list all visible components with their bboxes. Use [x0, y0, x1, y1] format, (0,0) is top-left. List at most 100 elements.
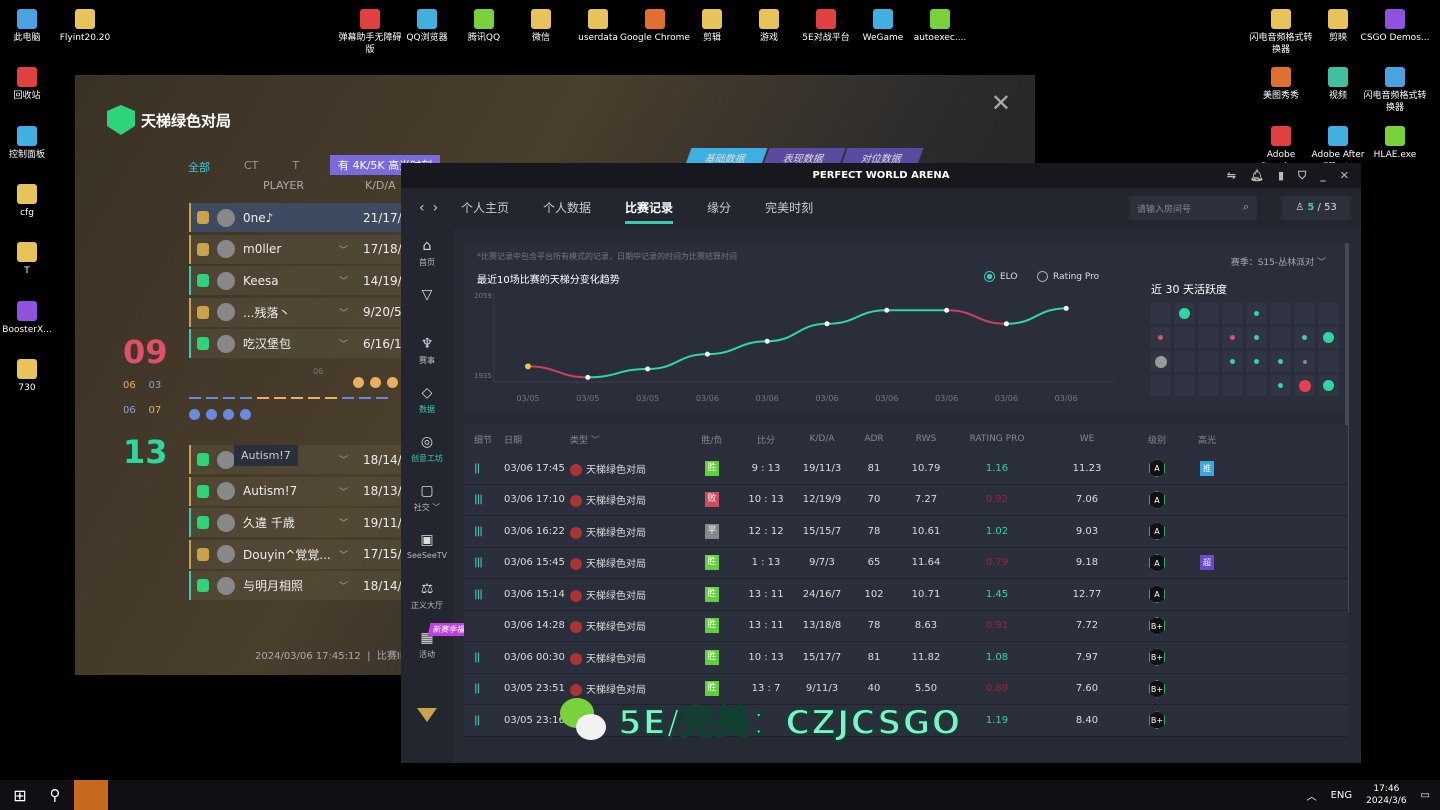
search-icon[interactable]: ⚲ [40, 786, 70, 804]
data-point[interactable] [585, 374, 591, 380]
player-row[interactable]: 与明月相照 ﹀ 18/14/1 [189, 571, 419, 600]
data-point[interactable] [704, 351, 710, 357]
chevron-down-icon[interactable]: ﹀ [339, 306, 348, 319]
signal-icon[interactable]: ▮ [1278, 163, 1284, 188]
bell-icon[interactable]: 🔔︎ [1250, 163, 1264, 188]
data-point[interactable] [944, 307, 950, 313]
desktop-icon[interactable]: autoexec.... [905, 5, 975, 44]
filter-all[interactable]: 全部 [188, 159, 210, 175]
room-search-input[interactable]: 请输入房间号 ⌕ [1129, 196, 1257, 220]
desktop-icon[interactable]: Flyint20.20 [50, 5, 120, 44]
highlight-badge[interactable]: 超 [1200, 555, 1214, 571]
desktop-icon[interactable]: cfg [0, 180, 62, 219]
close-icon[interactable]: ✕ [1340, 163, 1349, 188]
swap-icon[interactable]: ⇋ [1227, 163, 1236, 188]
vip-icon[interactable] [417, 708, 437, 722]
desktop-icon[interactable]: CSGO Demos... [1360, 5, 1430, 44]
season-select[interactable]: 赛季：S15-丛林派对 ﹀ [1231, 255, 1326, 268]
data-point[interactable] [764, 338, 770, 344]
chevron-down-icon[interactable]: ﹀ [339, 274, 348, 287]
nav-tab[interactable]: 缘分 [707, 188, 731, 228]
table-row[interactable]: || 03/06 00:30 天梯绿色对局 胜 10 : 13 15/17/7 81 11.8… [464, 642, 1348, 674]
filter-ct[interactable]: CT [244, 159, 258, 175]
detail-bars-icon[interactable]: || [464, 652, 504, 663]
player-row[interactable]: Douyin^覚覚... ﹀ 17/15/4 [189, 539, 419, 569]
sidebar-item[interactable]: ▣ SeeSeeTV [401, 522, 453, 571]
filter-t[interactable]: T [292, 159, 299, 175]
friends-count[interactable]: ♙ 5 / 53 [1281, 196, 1351, 220]
result-badge: 平 [705, 523, 719, 539]
highlight-badge[interactable]: 推 [1200, 460, 1214, 476]
player-row[interactable]: 吃汉堡包 ﹀ 6/16/1 [189, 329, 419, 358]
taskbar-app-pwa[interactable] [74, 780, 108, 810]
nav-tab[interactable]: 完美时刻 [765, 188, 813, 228]
sidebar-item[interactable]: ⌂ 首页 [401, 228, 453, 277]
detail-bars-icon[interactable]: ||| [464, 494, 504, 505]
sidebar-item[interactable]: ♆ 赛事 [401, 326, 453, 375]
chevron-up-icon[interactable]: ︿ [1307, 788, 1317, 803]
sidebar-item[interactable]: ▽ [401, 277, 453, 326]
clock[interactable]: 17:46 2024/3/6 [1366, 783, 1406, 807]
data-point[interactable] [1003, 321, 1009, 327]
desktop-icon[interactable]: 回收站 [0, 63, 62, 102]
chevron-down-icon[interactable]: ﹀ [339, 548, 348, 561]
chevron-down-icon[interactable]: ﹀ [339, 579, 348, 592]
start-button[interactable]: ⊞ [0, 786, 40, 805]
data-point[interactable] [525, 363, 531, 370]
player-row[interactable]: m0ller ﹀ 17/18/5 [189, 234, 419, 264]
nav-tab[interactable]: 个人数据 [543, 188, 591, 228]
detail-bars-icon[interactable]: || [464, 683, 504, 694]
data-point[interactable] [1063, 305, 1069, 311]
desktop-icon[interactable]: BoosterX... [0, 297, 62, 336]
table-row[interactable]: ||| 03/06 15:14 天梯绿色对局 胜 13 : 11 24/16/7 102 10… [464, 579, 1348, 611]
desktop-icon[interactable]: 闪电音频格式转换器 [1360, 63, 1430, 114]
chevron-down-icon[interactable]: ﹀ [339, 453, 348, 466]
forward-arrow-icon[interactable]: › [433, 200, 447, 216]
match-rating: 1.19 [985, 714, 1009, 726]
table-row[interactable]: || 03/06 17:45 天梯绿色对局 胜 9 : 13 19/11/3 81 10.79… [464, 453, 1348, 485]
chevron-down-icon[interactable]: ﹀ [339, 485, 348, 498]
table-row[interactable]: 03/06 14:28 天梯绿色对局 胜 13 : 11 13/18/8 78 8.63 0.… [464, 610, 1348, 642]
player-row[interactable]: ...残落丶 ﹀ 9/20/5 [189, 297, 419, 327]
radio-elo[interactable]: ELO [984, 271, 1017, 282]
table-row[interactable]: ||| 03/06 16:22 天梯绿色对局 平 12 : 12 15/15/7 78 10.… [464, 516, 1348, 548]
sidebar-item[interactable]: ◇ 数据 [401, 375, 453, 424]
chevron-down-icon[interactable]: ﹀ [339, 243, 348, 256]
language-indicator[interactable]: ENG [1331, 790, 1353, 801]
detail-bars-icon[interactable]: ||| [464, 526, 504, 537]
data-point[interactable] [824, 321, 830, 327]
sidebar-item[interactable]: ▢ 社交 ﹀ [401, 473, 453, 522]
close-icon[interactable]: ✕ [991, 89, 1011, 117]
detail-bars-icon[interactable]: ||| [464, 589, 504, 600]
data-point[interactable] [884, 307, 890, 313]
shield-icon[interactable]: ⛉ [1298, 163, 1306, 188]
column-header[interactable]: 类型 ﹀ [570, 433, 688, 446]
notification-icon[interactable]: ▭ [1421, 790, 1430, 801]
player-row[interactable]: 久違 千歳 ﹀ 19/11/3 [189, 508, 419, 537]
detail-bars-icon[interactable]: || [464, 463, 504, 474]
nav-tab[interactable]: 个人主页 [461, 188, 509, 228]
desktop-icon[interactable]: HLAE.exe [1360, 122, 1430, 161]
desktop-icon[interactable]: 控制面板 [0, 122, 62, 161]
player-row[interactable]: Autism!7 ﹀ 18/13/4 [189, 476, 419, 506]
player-row[interactable]: Keesa ﹀ 14/19/1 [189, 266, 419, 295]
table-row[interactable]: ||| 03/06 15:45 天梯绿色对局 胜 1 : 13 9/7/3 65 11.64 0… [464, 547, 1348, 579]
desktop-icon[interactable]: T [0, 238, 62, 277]
data-point[interactable] [645, 366, 651, 372]
chevron-down-icon[interactable]: ﹀ [339, 516, 348, 529]
sidebar-item[interactable]: ⚖ 正义大厅 [401, 571, 453, 620]
player-row[interactable]: ﹀ 18/14/8 [189, 445, 419, 474]
sidebar-item[interactable]: ◎ 创意工坊 [401, 424, 453, 473]
nav-tab[interactable]: 比赛记录 [625, 188, 674, 228]
detail-bars-icon[interactable]: || [464, 715, 504, 726]
minimize-icon[interactable]: _ [1320, 163, 1326, 188]
chevron-down-icon[interactable]: ﹀ [339, 337, 348, 350]
activity-cell [1270, 327, 1291, 348]
radio-rating-pro[interactable]: Rating Pro [1037, 271, 1099, 282]
table-row[interactable]: ||| 03/06 17:10 天梯绿色对局 败 10 : 13 12/19/9 70 7.2… [464, 484, 1348, 516]
desktop-icon[interactable]: 730 [0, 355, 62, 394]
search-icon[interactable]: ⌕ [1243, 200, 1249, 214]
detail-bars-icon[interactable]: ||| [464, 557, 504, 568]
player-row[interactable]: 0ne♪ 21/17/4 [189, 203, 419, 232]
back-arrow-icon[interactable]: ‹ [419, 200, 433, 216]
